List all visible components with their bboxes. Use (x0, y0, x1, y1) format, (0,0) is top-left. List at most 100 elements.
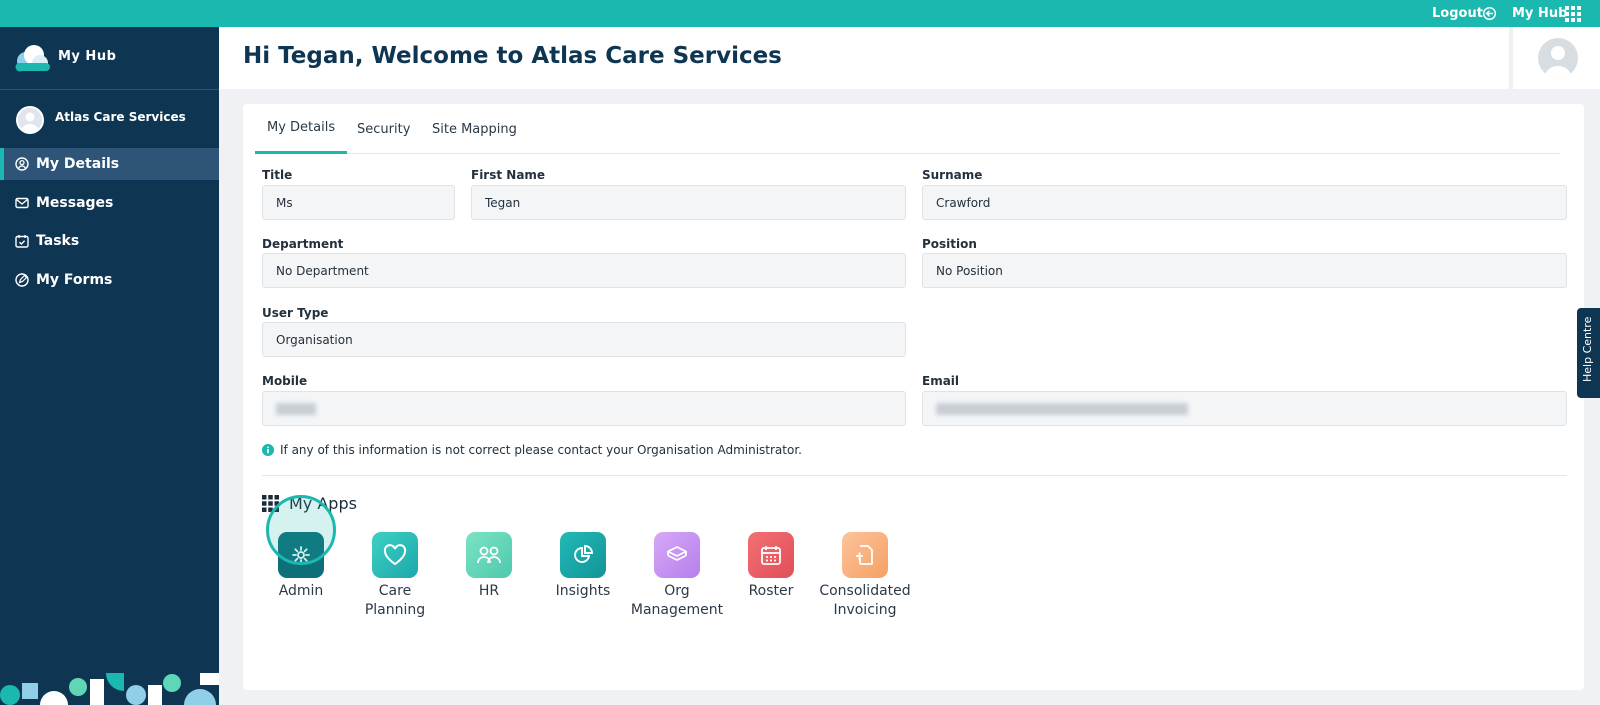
page-header: Hi Tegan, Welcome to Atlas Care Services (219, 27, 1600, 89)
first-name-field[interactable]: Tegan (471, 185, 906, 220)
user-avatar[interactable] (1538, 38, 1578, 78)
layers-icon (667, 546, 687, 561)
user-circle-icon (15, 157, 29, 171)
position-value: No Position (936, 263, 1003, 278)
app-consolidated-invoicing[interactable]: Consolidated Invoicing (817, 532, 913, 620)
user-silhouette-icon (1544, 46, 1572, 78)
app-tile (560, 532, 606, 578)
surname-label: Surname (922, 168, 983, 182)
app-name-line: Consolidated (819, 583, 911, 599)
section-divider (262, 475, 1567, 476)
app-name-line: Care (378, 583, 412, 599)
tab-bar: My Details Security Site Mapping (255, 104, 1560, 154)
info-text: If any of this information is not correc… (280, 443, 802, 457)
logout-link[interactable]: Logout (1432, 0, 1483, 27)
mobile-label: Mobile (262, 374, 308, 388)
calendar-check-icon (15, 235, 29, 248)
first-name-value: Tegan (485, 195, 521, 210)
app-name: Admin (253, 582, 349, 601)
sidebar-item-label: Messages (36, 195, 114, 211)
sidebar-item-label: My Details (36, 156, 120, 172)
page-title: Hi Tegan, Welcome to Atlas Care Services (243, 43, 782, 69)
position-label: Position (922, 237, 977, 251)
app-name: Org Management (629, 582, 725, 620)
sidebar-item-my-forms[interactable]: My Forms (0, 264, 219, 296)
mobile-field[interactable] (262, 391, 906, 426)
top-bar: Logout My Hub (0, 0, 1600, 27)
sidebar-item-tasks[interactable]: Tasks (0, 225, 219, 257)
title-value: Ms (276, 195, 293, 210)
invoice-icon (856, 545, 873, 565)
click-highlight (266, 495, 336, 565)
redacted-mobile (276, 402, 316, 415)
app-name: Roster (723, 582, 819, 601)
info-message: If any of this information is not correc… (262, 443, 802, 457)
app-tile (466, 532, 512, 578)
app-tile (654, 532, 700, 578)
app-care-planning[interactable]: Care Planning (347, 532, 443, 620)
title-label: Title (262, 168, 293, 182)
envelope-icon (15, 197, 29, 209)
user-type-field[interactable]: Organisation (262, 322, 906, 357)
app-name-line: Org (664, 583, 690, 599)
pie-chart-icon (574, 545, 593, 563)
org-name: Atlas Care Services (55, 110, 186, 124)
tab-site-mapping[interactable]: Site Mapping (420, 104, 529, 154)
app-name-line: Invoicing (833, 602, 897, 618)
app-name-line: Management (630, 602, 724, 618)
tab-label: My Details (267, 120, 336, 135)
sidebar: My Hub Atlas Care Services My Details Me… (0, 27, 219, 705)
my-hub-label: My Hub (1512, 6, 1568, 21)
tab-my-details[interactable]: My Details (255, 104, 348, 154)
app-name-line: Planning (364, 602, 426, 618)
surname-value: Crawford (936, 195, 991, 210)
redacted-email (936, 402, 1188, 415)
app-hr[interactable]: HR (441, 532, 537, 601)
my-hub-link[interactable]: My Hub (1512, 0, 1567, 27)
heart-icon (383, 544, 407, 566)
app-tile (842, 532, 888, 578)
help-centre-label[interactable]: Help Centre (1581, 317, 1594, 382)
logout-icon[interactable] (1482, 6, 1497, 21)
calendar-icon (761, 546, 781, 565)
people-icon (477, 546, 501, 564)
app-insights[interactable]: Insights (535, 532, 631, 601)
tab-label: Security (357, 121, 411, 137)
position-field[interactable]: No Position (922, 253, 1567, 288)
user-type-label: User Type (262, 306, 329, 320)
app-org-management[interactable]: Org Management (629, 532, 725, 620)
app-name-line: Admin (278, 583, 324, 599)
app-tile (748, 532, 794, 578)
sidebar-brand[interactable]: My Hub (58, 49, 116, 64)
sidebar-item-label: Tasks (36, 233, 80, 249)
sidebar-item-messages[interactable]: Messages (0, 187, 219, 219)
app-name: Insights (535, 582, 631, 601)
surname-field[interactable]: Crawford (922, 185, 1567, 220)
email-label: Email (922, 374, 960, 388)
logout-label: Logout (1432, 6, 1483, 21)
decorative-pattern (0, 673, 219, 705)
sidebar-item-label: My Forms (36, 272, 113, 288)
form-icon (15, 273, 29, 287)
app-name: Consolidated Invoicing (817, 582, 913, 620)
cloud-logo-icon[interactable] (14, 43, 50, 73)
sidebar-item-my-details[interactable]: My Details (0, 148, 219, 180)
user-silhouette-icon (21, 112, 39, 132)
title-field[interactable]: Ms (262, 185, 455, 220)
department-value: No Department (276, 263, 369, 278)
app-name-line: HR (478, 583, 500, 599)
org-avatar (16, 106, 44, 134)
app-name: HR (441, 582, 537, 601)
first-name-label: First Name (471, 168, 546, 182)
app-roster[interactable]: Roster (723, 532, 819, 601)
app-name-line: Insights (555, 583, 611, 599)
app-name: Care Planning (347, 582, 443, 620)
email-field[interactable] (922, 391, 1567, 426)
tab-security[interactable]: Security (345, 104, 422, 154)
header-separator (1509, 27, 1513, 89)
apps-grid-icon[interactable] (1565, 6, 1581, 22)
tab-label: Site Mapping (432, 121, 517, 137)
department-field[interactable]: No Department (262, 253, 906, 288)
app-name-line: Roster (748, 583, 794, 599)
info-icon (262, 444, 274, 456)
